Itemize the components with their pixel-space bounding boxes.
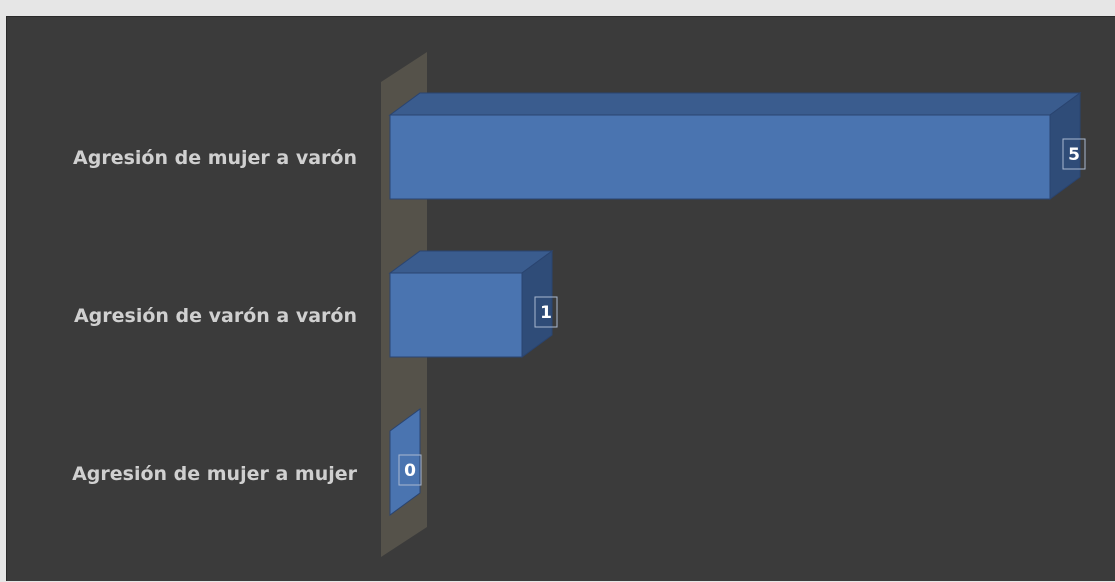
data-label: 1 (540, 303, 552, 323)
bar-chart: Agresión de mujer a varón 5 Agresión de va… (72, 52, 1086, 557)
bar-group: Agresión de mujer a mujer 0 (72, 408, 422, 516)
bar-top-face (388, 92, 1082, 116)
category-label: Agresión de varón a varón (74, 305, 357, 327)
bar (389, 272, 523, 358)
bar-group: Agresión de varón a varón 1 (74, 250, 558, 358)
bar-group: Agresión de mujer a varón 5 (73, 92, 1086, 200)
chart-area: Agresión de mujer a varón 5 Agresión de va… (6, 16, 1115, 581)
category-label: Agresión de mujer a mujer (72, 463, 358, 485)
category-label: Agresión de mujer a varón (73, 147, 357, 169)
data-label: 0 (404, 461, 416, 481)
bar (389, 114, 1051, 200)
data-label: 5 (1068, 145, 1080, 165)
